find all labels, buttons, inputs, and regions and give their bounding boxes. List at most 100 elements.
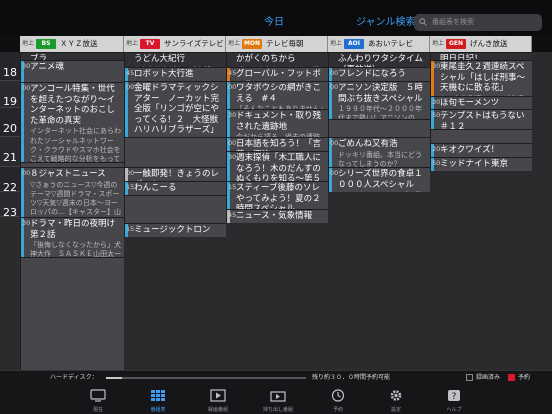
channel-name: サンライズテレビ	[164, 39, 224, 48]
legend-swatch	[508, 374, 515, 381]
program-cell[interactable]: 45 ニュース・気象情報	[226, 209, 328, 223]
tab-play[interactable]: 録画番組	[188, 387, 248, 414]
program-cell[interactable]	[124, 195, 226, 223]
program-grid[interactable]: 18 19 20 21 22 23 ブラ喫茶らしき素所で大橋…ＶＳリフォーム時代30アニメ魂…	[0, 52, 552, 370]
channel-name: げんき放送	[470, 39, 508, 48]
program-cell[interactable]	[20, 257, 124, 370]
channel-logo-icon: MON	[242, 39, 262, 49]
program-cell[interactable]	[124, 137, 226, 167]
program-cell[interactable]: 45ロボット大行進▽ロボット技術の最先端・工学研究所に潜入▽最新ロボのエンタメ	[124, 67, 226, 81]
program-cell[interactable]: 00 アンコール特集・世代を超えたつながり〜インターネットのおこした革命の真実 イン…	[20, 82, 124, 162]
channel-header[interactable]: 地上 MON テレビ毎朝	[226, 36, 328, 52]
program-cell[interactable]: 30 ドラマ・昨日の夜明け第２話 「後悔しなくなったから」犬神大作 ＳＡＳＫＥ山田太…	[20, 217, 124, 257]
program-title: フレンドになろうＳＮＳを通じて日本のどこかでできたチャレンジドラマ出演…	[338, 69, 428, 81]
channel-header[interactable]: 地上 BS ＸＹＺ放送	[20, 36, 124, 52]
tab-label: 持ち出し番組	[262, 407, 293, 413]
tab-grid[interactable]: 番組表	[128, 387, 188, 414]
tab-label: 現在	[92, 407, 103, 413]
program-cell[interactable]: 15スティーブ後藤のソレやってみよう！夏の２時間スペシャル自然を活かしたアウトド…	[226, 181, 328, 209]
program-title: 東尾圭久２週連続スペシャル「はしば刑事〜天機むに散る花」あの名作刑事ドラマが２週…	[440, 62, 530, 96]
tab-clock[interactable]: 予約	[308, 387, 368, 414]
program-title: スティーブ後藤のソレやってみよう！夏の２時間スペシャル自然を活かしたアウトドア・…	[236, 183, 321, 209]
program-cell[interactable]: ブラ喫茶らしき素所で大橋…ＶＳリフォーム時代	[20, 52, 124, 60]
program-title: ドラマ・昨日の夜明け第２話 「後悔しなくなったから」犬神大作 ＳＡＳＫＥ山田太一 …	[30, 219, 124, 257]
program-title: ミュージックトロン華麗な音楽と共に贈る最新のミュージックシーン▽ＮＥＷ ＷＯＲＬ…	[134, 225, 224, 237]
program-title: テンプストはもうない ＃１２「あいしは過ぎ去った〜」演出・主演・大蔵忠 中島健社…	[440, 111, 532, 129]
program-title: ロボット大行進▽ロボット技術の最先端・工学研究所に潜入▽最新ロボのエンタメ	[134, 69, 224, 81]
hour-label: 21	[0, 137, 20, 167]
tab-gear[interactable]: 設定	[366, 387, 426, 414]
channel-number: 地上	[126, 40, 139, 47]
program-guide-app: 今日 ジャンル検索 番組表を検索 地上 BS ＸＹＺ放送 地上 TV サンライズテレビ 地上…	[0, 0, 552, 414]
program-title: ワタボウシの網がきこえる #４「そんなこともありません」	[236, 83, 327, 109]
tab-label: 予約	[332, 407, 343, 413]
channel-header[interactable]: 地上 TV サンライズテレビ	[124, 36, 226, 52]
program-cell[interactable]	[328, 119, 430, 137]
channel-logo-icon: BS	[36, 39, 56, 49]
program-cell[interactable]: 00 ８ジャストニュース ▽さぁうのニュース▽今週のテーマ▽週間ドラマ・スポーツ▽天…	[20, 167, 124, 217]
program-title: ごめんね又有浩 ドッキリ番組。本当にどうなってしまうのか？	[338, 139, 428, 167]
program-cell[interactable]: 00 アニソン決定版 ５時間ぶち抜きスペシャル １９９０年代〜２０００年代まで熱い！…	[328, 81, 430, 119]
program-cell[interactable]: 30ドキュメント・取り残された遺跡地今だから語る…過去の遺跡に残された…	[226, 109, 328, 137]
hour-label: 19	[0, 81, 20, 108]
search-placeholder: 番組表を検索	[432, 18, 474, 26]
program-title: ほ句モーメンツ俳句の季語あれこれ	[440, 98, 500, 108]
program-description: インターネット社会にあらわれたソーシャルネットワーク・クラウドやスマホ社会をこえ…	[30, 127, 121, 162]
program-title: グローバル・フットボール	[236, 69, 321, 81]
program-cell[interactable]: 45グローバル・フットボール	[226, 67, 328, 81]
export-icon	[270, 391, 286, 402]
clock-icon	[331, 389, 345, 402]
tab-label: ヘルプ	[446, 407, 462, 413]
tab-help[interactable]: ? ヘルプ	[424, 387, 484, 414]
program-cell[interactable]: 明日日記！	[430, 52, 532, 60]
search-input[interactable]: 番組表を検索	[414, 14, 542, 31]
tab-tv[interactable]: 現在	[68, 387, 128, 414]
program-description: ドッキリ番組。本当にどうなってしまうのか？	[338, 150, 422, 167]
search-icon	[419, 18, 427, 26]
legend-label: 予約	[518, 374, 531, 381]
program-cell[interactable]: 30週末探偵「木工職人になろう！木のだんすのぬくもりを知る〜第５回」	[226, 151, 328, 181]
tab-export[interactable]: 持ち出し番組	[248, 387, 308, 414]
program-cell[interactable]: 00 金曜ドラマティックシアター ノーカット完全版「リンゴが空にやってくる！２ 大…	[124, 81, 226, 137]
program-description: 「後悔しなくなったから」犬神大作 ＳＡＳＫＥ山田太一 中谷郁紀	[30, 241, 124, 257]
program-cell[interactable]: 50テンプストはもうない ＃１２「あいしは過ぎ去った〜」演出・主演・大蔵忠 中島…	[430, 109, 532, 129]
program-cell[interactable]: 00一触即発！きょうのレポート世界の今がわかる特集です！	[124, 167, 226, 181]
channel-number: 地上	[330, 40, 343, 47]
program-cell[interactable]: 00 ごめんね又有浩 ドッキリ番組。本当にどうなってしまうのか？	[328, 137, 430, 167]
play-icon	[210, 389, 226, 402]
hour-text: 23	[3, 206, 17, 219]
tv-icon	[90, 389, 106, 402]
program-cell[interactable]: 20キオクワイズ！あなたの記憶力を試す新感覚クイズ番組	[430, 143, 532, 157]
top-bar: 今日 ジャンル検索 番組表を検索	[0, 0, 552, 36]
program-cell[interactable]: 00ワタボウシの網がきこえる #４「そんなこともありません」	[226, 81, 328, 109]
channel-number: 地上	[22, 40, 35, 47]
program-cell[interactable]: ふんわりワタシタイム（再放送）ゲスト：あい ふんわりの人気番組…	[328, 52, 430, 67]
hour-text: 21	[3, 151, 17, 164]
program-description: １９９０年代〜２０００年代まで熱い！アニソンの…大人気の…名曲目白押しのスペシャ…	[338, 105, 422, 119]
tab-label: 録画番組	[207, 407, 228, 413]
program-cell[interactable]: 30東尾圭久２週連続スペシャル「はしば刑事〜天機むに散る花」あの名作刑事ドラマが…	[430, 60, 532, 96]
footer-bar: ハードディスク： 残り約３０．０時間予約可能 録画済み 予約 現在 番組表 録画番組持…	[0, 370, 552, 414]
program-title: 週末探偵「木工職人になろう！木のだんすのぬくもりを知る〜第５回」	[236, 153, 322, 181]
program-cell[interactable]: 30ほ句モーメンツ俳句の季語あれこれ	[430, 96, 532, 109]
program-cell[interactable]: 15わんこーる犬好きの犬好きによる犬好きのための番組。全国のわんちゃん大集合！	[124, 181, 226, 195]
program-title: 金曜ドラマティックシアター ノーカット完全版「リンゴが空にやってくる！２ 大怪獣…	[134, 83, 224, 137]
today-button[interactable]: 今日	[264, 17, 284, 29]
program-cell[interactable]: 15ミュージックトロン華麗な音楽と共に贈る最新のミュージックシーン▽ＮＥＷ ＷＯ…	[124, 223, 226, 237]
program-cell[interactable]: 30 アニメ魂	[20, 60, 124, 82]
program-cell[interactable]: かがくのちからブロックやぬいぐるみで遊んで学べる科学教室…	[226, 52, 328, 67]
hour-text: 20	[3, 122, 17, 135]
program-cell[interactable]: 00フレンドになろうＳＮＳを通じて日本のどこかでできたチャレンジドラマ出演…	[328, 67, 430, 81]
genre-search-button[interactable]: ジャンル検索	[356, 17, 416, 29]
program-cell[interactable]: 50ミッドナイト東京深夜営業の居酒屋・カフェ…	[430, 157, 532, 171]
program-cell[interactable]: 00日本語を知ろう！「言葉の源流」	[226, 137, 328, 151]
hour-text: 18	[3, 66, 17, 79]
legend-swatch	[466, 374, 473, 381]
channel-header[interactable]: 地上 GEN げんき放送	[430, 36, 532, 52]
channel-header[interactable]: 地上 AOI あおいテレビ	[328, 36, 430, 52]
program-cell[interactable]: 00シリーズ世界の食卓１０００人スペシャルアメリカ…ヨーロッパ…世界各国の「食卓…	[328, 167, 430, 192]
program-title: ドキュメント・取り残された遺跡地今だから語る…過去の遺跡に残された…	[236, 111, 326, 137]
program-cell[interactable]	[430, 129, 532, 143]
hour-label: 18	[0, 52, 20, 81]
program-cell[interactable]: うどん大紀行あなたはうどんの味を知りたいか？人気店…	[124, 52, 226, 67]
